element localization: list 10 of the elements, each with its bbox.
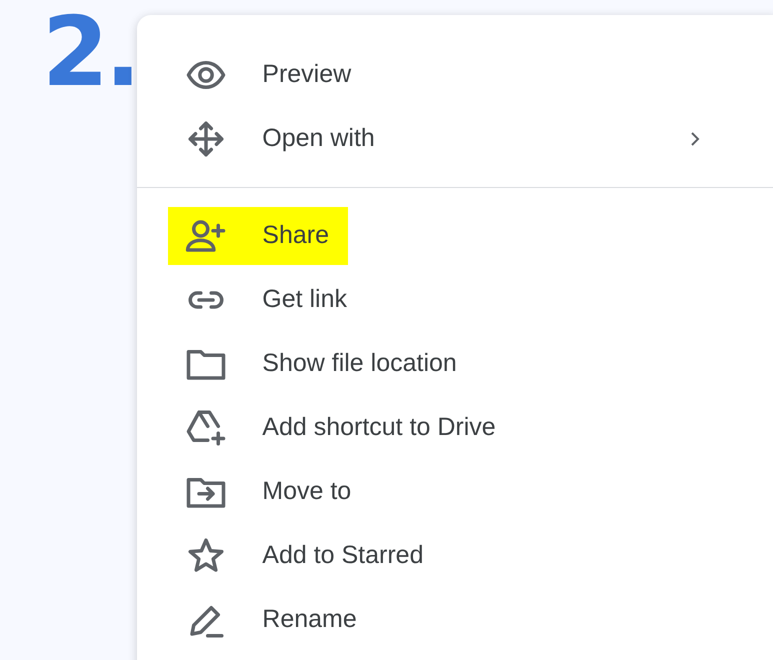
menu-item[interactable]: Open with bbox=[168, 110, 394, 168]
menu-item[interactable]: Share bbox=[168, 207, 348, 265]
step-number: 2. bbox=[42, 4, 138, 100]
menu-item[interactable]: Add shortcut to Drive bbox=[168, 399, 515, 457]
menu-item[interactable]: Preview bbox=[168, 46, 370, 104]
menu-item[interactable]: Move to bbox=[168, 463, 370, 521]
menu-item[interactable]: Get link bbox=[168, 271, 366, 329]
menu-item[interactable]: Add to Starred bbox=[168, 527, 442, 585]
menu-item[interactable]: Rename bbox=[168, 591, 376, 649]
menu-item[interactable]: Show file location bbox=[168, 335, 476, 393]
